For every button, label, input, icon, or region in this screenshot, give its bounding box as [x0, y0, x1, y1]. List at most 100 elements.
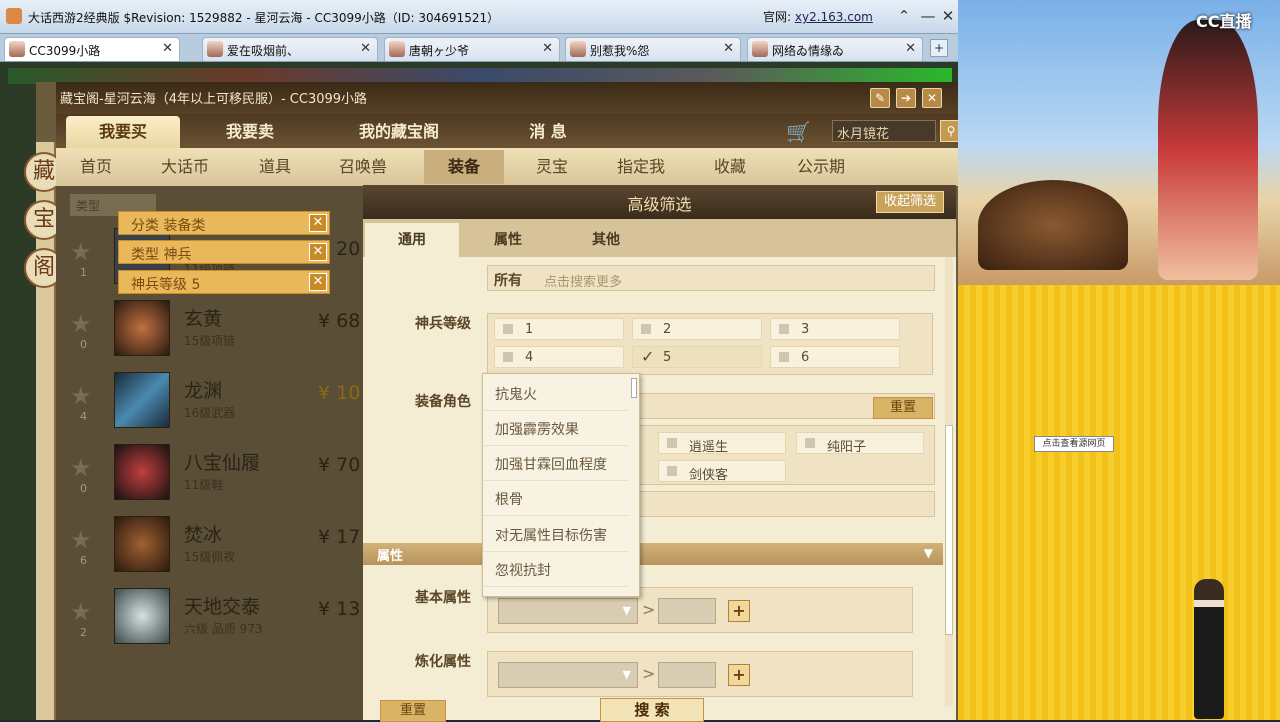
chevron-up-icon[interactable]: ⌃ [894, 6, 914, 26]
base-attr-value[interactable] [658, 598, 716, 624]
reset-role-button[interactable]: 重置 [873, 397, 933, 419]
tab-cc3099[interactable]: CC3099小路 ✕ [4, 37, 180, 61]
tab-bar: CC3099小路 ✕ 爱在吸烟前、 ✕ 唐朝ヶ少爷 ✕ 别惹我%怨 ✕ 网络ゐ情… [0, 34, 958, 62]
edit-icon[interactable]: ✎ [870, 88, 890, 108]
item-sub: 15级项链 [184, 334, 236, 348]
tab-buy[interactable]: 我要买 [66, 116, 180, 148]
list-item[interactable]: ★ 0 八宝仙履 11级鞋 ¥ 70 [56, 436, 378, 508]
star-icon[interactable]: ★ [70, 526, 92, 554]
tab-attributes[interactable]: 属性 [461, 223, 555, 257]
tab-3[interactable]: 唐朝ヶ少爷 ✕ [384, 37, 560, 61]
close-icon[interactable]: ✕ [309, 243, 327, 261]
tab-messages[interactable]: 消 息 [488, 116, 608, 148]
cat-favorites[interactable]: 收藏 [690, 150, 770, 184]
filter-chip: 神兵等级 5 ✕ [118, 270, 330, 294]
star-icon[interactable]: ★ [70, 598, 92, 626]
item-sub: 六级 品质 973 [184, 622, 263, 636]
close-icon[interactable]: ✕ [162, 41, 173, 56]
cat-currency[interactable]: 大话币 [140, 150, 230, 184]
collapse-filter-button[interactable]: 收起筛选 [876, 191, 944, 213]
tab-sell[interactable]: 我要卖 [190, 116, 310, 148]
cat-home[interactable]: 首页 [62, 150, 130, 184]
site-link[interactable]: 官网: xy2.163.com [763, 8, 873, 25]
cat-equipment[interactable]: 装备 [424, 150, 504, 184]
list-item[interactable]: ★ 2 天地交泰 六级 品质 973 ¥ 13 [56, 580, 378, 652]
dropdown-option[interactable]: 加强甘霖回血程度 [483, 446, 629, 481]
level-checkbox-5[interactable]: ✓ 5 [632, 346, 762, 368]
level-checkbox-3[interactable]: 3 [770, 318, 900, 340]
window-title-bar: 大话西游2经典版 $Revision: 1529882 - 星河云海 - CC3… [0, 0, 958, 34]
base-attr-select[interactable]: ▼ [498, 598, 638, 624]
close-icon[interactable]: ✕ [922, 88, 942, 108]
cart-icon[interactable]: 🛒 [786, 120, 811, 144]
filter-scrollbar-thumb[interactable] [945, 425, 953, 635]
fav-count: 2 [80, 626, 87, 639]
reset-button[interactable]: 重置 [380, 700, 446, 722]
dropdown-option[interactable]: 加强霹雳效果 [483, 411, 629, 446]
level-checkbox-2[interactable]: 2 [632, 318, 762, 340]
close-icon[interactable]: ✕ [360, 41, 371, 56]
tab-general[interactable]: 通用 [365, 223, 459, 257]
cat-public[interactable]: 公示期 [776, 150, 866, 184]
refine-attr-value[interactable] [658, 662, 716, 688]
tab-other[interactable]: 其他 [559, 223, 653, 257]
close-icon[interactable]: ✕ [309, 273, 327, 291]
minimize-icon[interactable]: — [918, 6, 938, 26]
attr-section-bar[interactable]: 属性 ▼ [363, 543, 943, 565]
view-source-button[interactable]: 点击查看源网页 [1034, 436, 1114, 452]
fav-count: 6 [80, 554, 87, 567]
list-item[interactable]: ★ 0 玄黄 15级项链 ¥ 68 [56, 292, 378, 364]
list-item[interactable]: ★ 4 龙渊 16级武器 ¥ 10 [56, 364, 378, 436]
arrow-right-icon[interactable]: ➔ [896, 88, 916, 108]
role-checkbox-chunyangzi[interactable]: 纯阳子 [796, 432, 924, 455]
category-bar: 首页 大话币 道具 召唤兽 装备 灵宝 指定我 收藏 公示期 [56, 148, 958, 186]
cat-pets[interactable]: 召唤兽 [318, 150, 408, 184]
dropdown-scrollbar[interactable] [631, 378, 637, 398]
item-price: ¥ 13 [318, 598, 361, 620]
add-icon[interactable]: + [728, 664, 750, 686]
level-checkbox-4[interactable]: 4 [494, 346, 624, 368]
item-name: 天地交泰 [184, 596, 261, 618]
role-checkbox-jianxiake[interactable]: 剑侠客 [658, 460, 786, 483]
level-checkbox-6[interactable]: 6 [770, 346, 900, 368]
cat-treasure[interactable]: 灵宝 [512, 150, 592, 184]
role-checkbox-xiaoyaosheng[interactable]: 逍遥生 [658, 432, 786, 455]
add-icon[interactable]: + [728, 600, 750, 622]
tab-2[interactable]: 爱在吸烟前、 ✕ [202, 37, 378, 61]
dropdown-option[interactable]: 对无属性目标伤害 [483, 517, 629, 552]
camera-feed [958, 285, 1280, 720]
tab-5[interactable]: 网络ゐ情缘ゐ ✕ [747, 37, 923, 61]
search-icon[interactable]: ⚲ [940, 120, 958, 142]
tab-my-pavilion[interactable]: 我的藏宝阁 [314, 116, 484, 148]
close-icon[interactable]: ✕ [905, 41, 916, 56]
star-icon[interactable]: ★ [70, 310, 92, 338]
item-image [114, 588, 170, 644]
close-icon[interactable]: ✕ [938, 6, 958, 26]
chevron-down-icon[interactable]: ▼ [924, 546, 933, 560]
list-item[interactable]: ★ 6 焚冰 15级佩衩 ¥ 17 [56, 508, 378, 580]
all-label: 所有 [494, 273, 522, 289]
cat-items[interactable]: 道具 [240, 150, 310, 184]
new-tab-button[interactable]: + [930, 39, 948, 57]
cat-designated[interactable]: 指定我 [596, 150, 686, 184]
filter-chip: 分类 装备类 ✕ [118, 211, 330, 235]
search-button[interactable]: 搜 索 [600, 698, 704, 722]
dropdown-option[interactable]: 抗鬼火 [483, 376, 629, 411]
star-icon[interactable]: ★ [70, 454, 92, 482]
greater-than-icon: > [642, 664, 656, 683]
search-input[interactable]: 水月镜花 [832, 120, 936, 142]
star-icon[interactable]: ★ [70, 382, 92, 410]
tab-4[interactable]: 别惹我%怨 ✕ [565, 37, 741, 61]
all-placeholder: 点击搜索更多 [544, 275, 623, 290]
all-search-field[interactable]: 所有 点击搜索更多 [487, 265, 935, 291]
cauldron-image [978, 180, 1128, 270]
dropdown-option[interactable]: 根骨 [483, 481, 629, 516]
close-icon[interactable]: ✕ [309, 214, 327, 232]
star-icon[interactable]: ★ [70, 238, 92, 266]
close-icon[interactable]: ✕ [723, 41, 734, 56]
filter-title: 高级筛选 [627, 195, 692, 214]
level-checkbox-1[interactable]: 1 [494, 318, 624, 340]
close-icon[interactable]: ✕ [542, 41, 553, 56]
refine-attr-select[interactable]: ▼ [498, 662, 638, 688]
dropdown-option[interactable]: 忽视抗封 [483, 552, 629, 587]
